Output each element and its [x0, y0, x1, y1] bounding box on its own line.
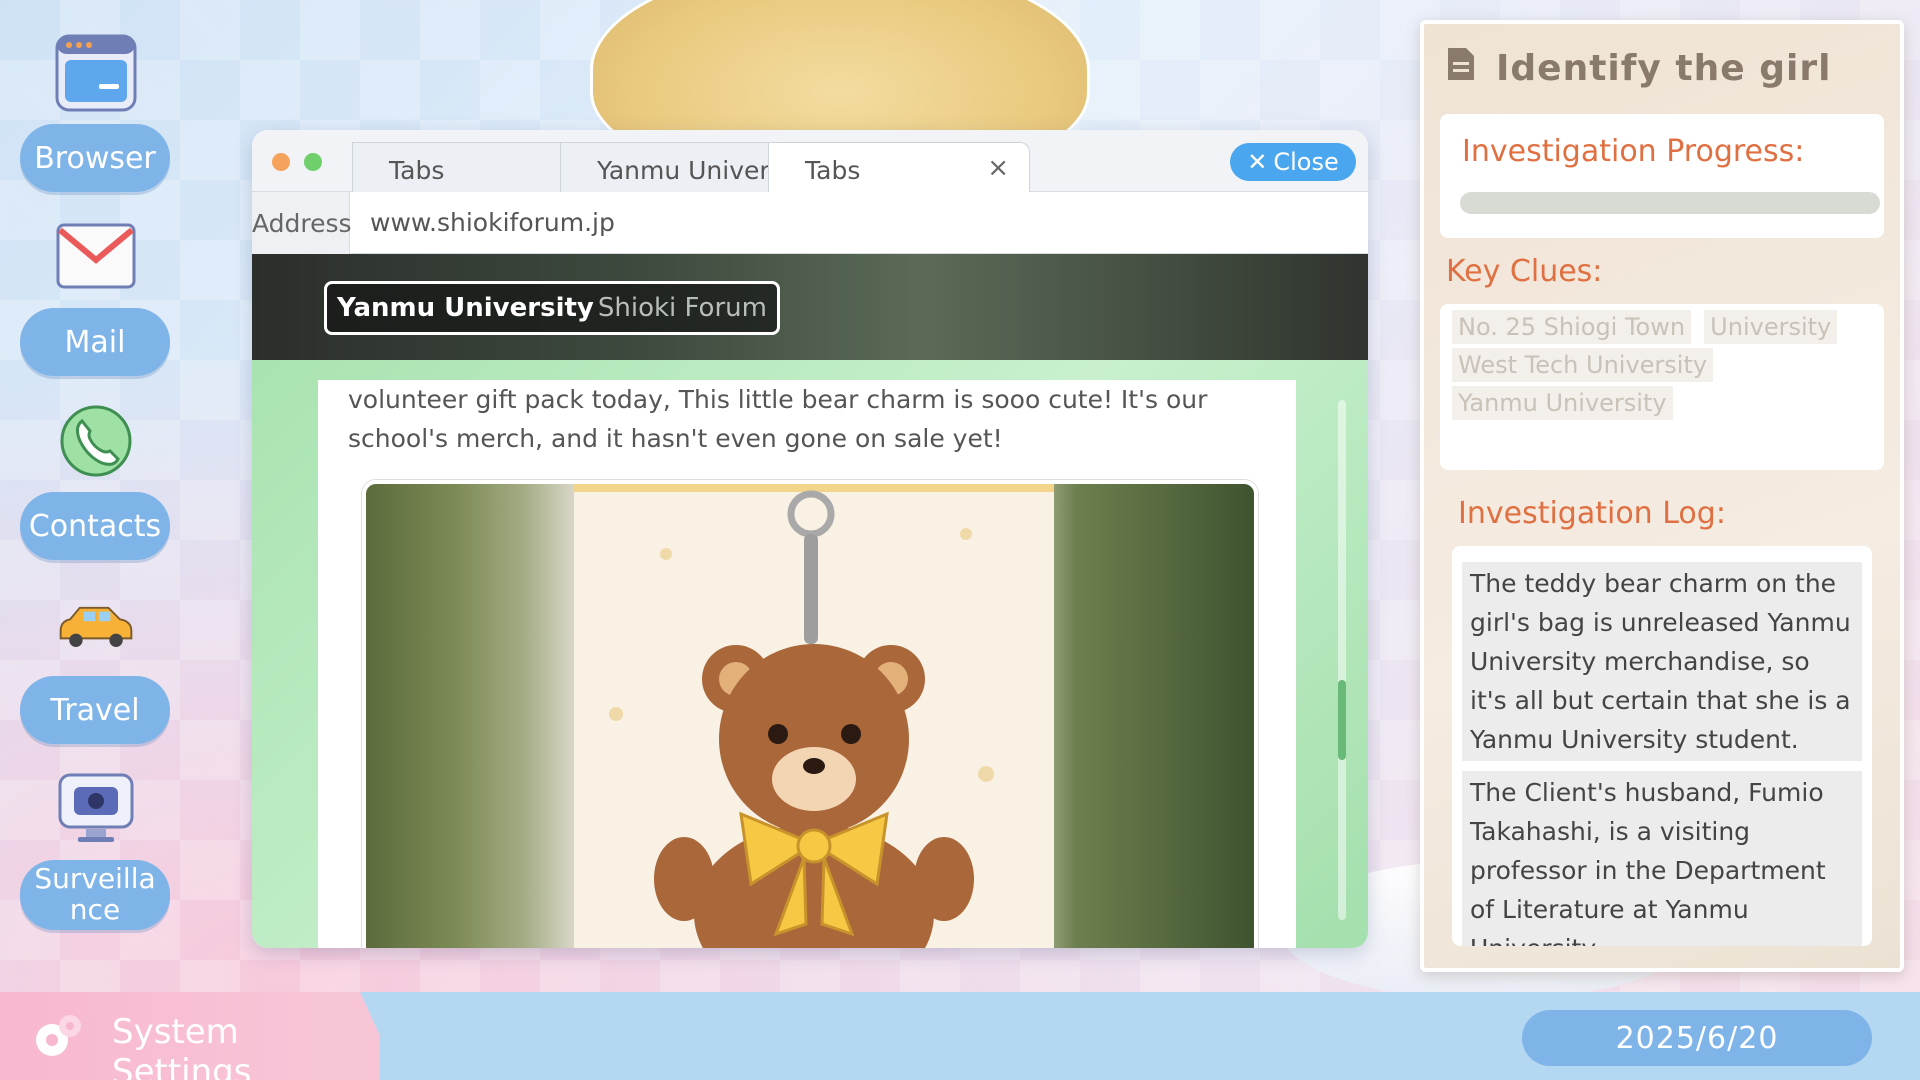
- log-entry: The Client's husband, Fumio Takahashi, i…: [1462, 771, 1862, 946]
- close-button[interactable]: ✕ Close: [1230, 143, 1356, 181]
- address-input[interactable]: www.shiokiforum.jp: [370, 208, 615, 237]
- post-text: volunteer gift pack today, This little b…: [348, 385, 1208, 453]
- progress-title: Investigation Progress:: [1462, 134, 1805, 169]
- log-title: Investigation Log:: [1458, 496, 1726, 531]
- document-icon: [1446, 46, 1476, 91]
- investigation-panel: Identify the girl Investigation Progress…: [1420, 20, 1904, 972]
- tab-1-label: Tabs: [389, 156, 445, 185]
- dock-mail[interactable]: Mail: [20, 214, 172, 376]
- address-bar: Address www.shiokiforum.jp: [252, 192, 1368, 254]
- dock-surveillance[interactable]: Surveilla nce: [20, 766, 172, 930]
- panel-title: Identify the girl: [1446, 46, 1831, 91]
- tab-3-active[interactable]: Tabs ×: [768, 142, 1030, 192]
- tab-2-label: Yanmu Universi: [597, 156, 770, 185]
- dock-browser-label: Browser: [20, 124, 170, 192]
- bottom-bar: System Settings 2025/6/20: [0, 992, 1920, 1080]
- close-button-label: Close: [1273, 148, 1339, 176]
- browser-window: Tabs Yanmu Universi Tabs × ✕ Close Addre…: [252, 130, 1368, 948]
- log-entry: The teddy bear charm on the girl's bag i…: [1462, 562, 1862, 761]
- scrollbar-thumb[interactable]: [1338, 680, 1346, 760]
- tab-close-icon[interactable]: ×: [987, 153, 1009, 183]
- window-maximize-dot[interactable]: [304, 153, 322, 171]
- close-icon: ✕: [1247, 148, 1268, 176]
- progress-bar: [1460, 192, 1880, 214]
- page-content: volunteer gift pack today, This little b…: [252, 360, 1368, 948]
- panel-title-text: Identify the girl: [1496, 48, 1832, 89]
- forum-post: volunteer gift pack today, This little b…: [318, 380, 1296, 948]
- dock-travel[interactable]: Travel: [20, 582, 172, 744]
- dock-surveillance-label: Surveilla nce: [20, 860, 170, 930]
- site-logo[interactable]: Yanmu University Shioki Forum: [324, 281, 780, 335]
- post-photo[interactable]: [362, 480, 1258, 948]
- dock-browser[interactable]: Browser: [20, 30, 172, 192]
- date-display: 2025/6/20: [1522, 1010, 1872, 1066]
- site-logo-sub: Shioki Forum: [597, 293, 767, 323]
- progress-card: Investigation Progress:: [1440, 114, 1884, 238]
- address-label: Address: [252, 192, 352, 254]
- mail-icon: [53, 214, 139, 300]
- log-card: The teddy bear charm on the girl's bag i…: [1452, 546, 1872, 946]
- system-settings-label: System Settings: [112, 1012, 252, 1080]
- dock-mail-label: Mail: [20, 308, 170, 376]
- clues-card: No. 25 Shiogi Town University West Tech …: [1440, 304, 1884, 470]
- tab-1[interactable]: Tabs: [352, 142, 562, 192]
- gear-icon: [30, 1012, 86, 1066]
- clue-chip[interactable]: No. 25 Shiogi Town: [1452, 310, 1692, 344]
- dock-contacts[interactable]: Contacts: [20, 398, 172, 560]
- browser-icon: [53, 30, 139, 116]
- camera-monitor-icon: [53, 766, 139, 852]
- clues-title: Key Clues:: [1446, 254, 1603, 289]
- window-minimize-dot[interactable]: [272, 153, 290, 171]
- content-scrollbar[interactable]: [1338, 400, 1346, 920]
- teddy-bear-keychain-image: [574, 484, 1054, 948]
- system-settings-button[interactable]: System Settings: [0, 992, 380, 1080]
- tab-2[interactable]: Yanmu Universi: [560, 142, 770, 192]
- site-logo-main: Yanmu University: [337, 293, 594, 323]
- clue-chip[interactable]: University: [1704, 310, 1838, 344]
- site-header: Yanmu University Shioki Forum: [252, 254, 1368, 360]
- phone-icon: [53, 398, 139, 484]
- dock-contacts-label: Contacts: [20, 492, 170, 560]
- car-icon: [53, 582, 139, 668]
- tab-3-label: Tabs: [805, 156, 861, 185]
- clue-chip[interactable]: Yanmu University: [1452, 386, 1673, 420]
- dock-travel-label: Travel: [20, 676, 170, 744]
- clue-chip[interactable]: West Tech University: [1452, 348, 1714, 382]
- browser-titlebar: Tabs Yanmu Universi Tabs × ✕ Close: [252, 130, 1368, 192]
